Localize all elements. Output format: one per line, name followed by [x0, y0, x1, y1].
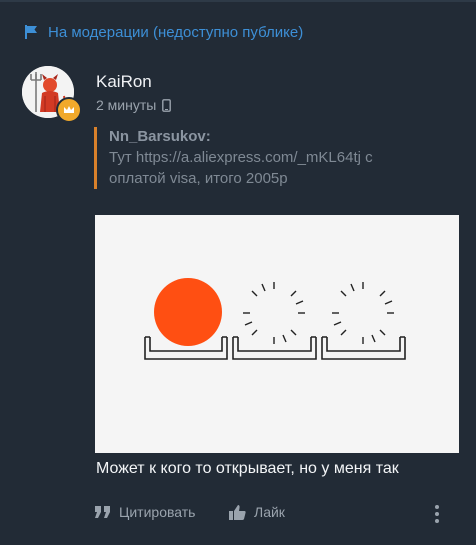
quote-button-label: Цитировать: [119, 504, 196, 520]
post-image[interactable]: [95, 215, 459, 453]
crown-badge: [56, 97, 82, 123]
phone-icon: [162, 98, 172, 112]
like-button-label: Лайк: [254, 504, 285, 520]
top-divider: [0, 0, 476, 2]
quote-block: Nn_Barsukov: Тут https://a.aliexpress.co…: [94, 127, 449, 189]
like-button[interactable]: Лайк: [229, 504, 285, 520]
more-vertical-icon[interactable]: [432, 504, 442, 524]
crown-icon: [64, 106, 74, 113]
quote-text: Тут https://a.aliexpress.com/_mKL64tj с …: [109, 149, 373, 187]
post-author[interactable]: KaiRon: [96, 72, 152, 92]
quote-author: Nn_Barsukov:: [109, 128, 211, 145]
post-time: 2 минуты: [96, 97, 157, 113]
moderation-status-text: На модерации (недоступно публике): [48, 23, 304, 41]
post-meta: 2 минуты: [96, 97, 172, 113]
flag-icon: [25, 25, 37, 39]
moderation-banner: На модерации (недоступно публике): [24, 22, 303, 42]
loading-dots-image: [95, 215, 459, 453]
quote-icon: [95, 505, 110, 518]
post-actions: Цитировать Лайк: [95, 504, 455, 524]
quote-button[interactable]: Цитировать: [95, 504, 195, 520]
thumbs-up-icon: [229, 504, 246, 520]
post-message: Может к кого то открывает, но у меня так: [96, 460, 399, 477]
